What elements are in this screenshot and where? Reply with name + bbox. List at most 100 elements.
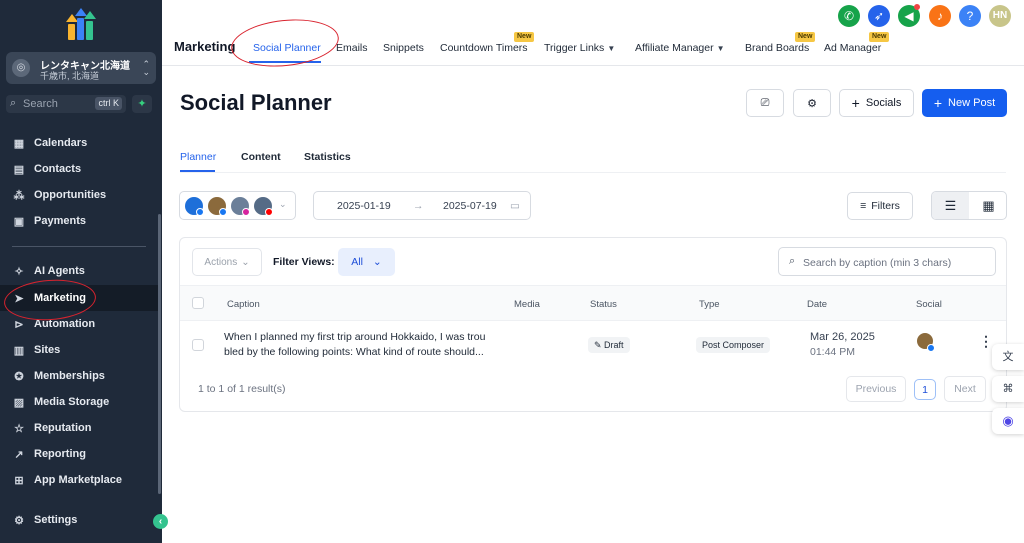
posts-card: Actions ⌄ Filter Views: All ⌄ ⌕ Search by … [179,237,1007,412]
rocket-icon[interactable]: ➶ [868,5,890,27]
table-row[interactable]: When I planned my first trip around Hokk… [180,321,1006,369]
sidebar: ◎ レンタキャン北海道 千歳市, 北海道 ⌃ ⌄ ⌕ Search ctrl K … [0,0,162,543]
avatar[interactable]: HN [989,5,1011,27]
sidebar-item-label: Payments [34,215,86,227]
image-icon: ▨ [13,396,25,409]
shortcut-badge: ctrl K [95,97,122,110]
settings-button[interactable]: ⚙ [793,89,831,117]
result-count: 1 to 1 of 1 result(s) [198,383,286,395]
translate-icon[interactable]: 文 [992,344,1024,370]
chart-icon: ↗ [14,448,24,461]
new-post-button[interactable]: + New Post [922,89,1007,117]
tab-emails[interactable]: Emails [336,42,368,54]
sparkle-icon: ✧ [14,265,24,278]
tab-countdown-timers[interactable]: Countdown Timers [440,42,528,54]
payments-icon: ▣ [13,215,25,228]
select-value: All [351,256,363,268]
new-badge: New [795,32,816,42]
plus-icon: + [851,95,860,111]
notification-dot [914,4,920,10]
sidebar-search[interactable]: ⌕ Search ctrl K [6,95,126,113]
social-accounts-picker[interactable]: ⌄ [179,191,296,220]
sidebar-item-label: Settings [34,514,78,526]
sidebar-item-settings[interactable]: ⚙ Settings [0,507,158,533]
dropdown-label: Actions [204,256,238,268]
previous-page-button[interactable]: Previous [846,376,906,402]
list-view-icon[interactable]: ☰ [932,192,969,219]
chat-assistant-icon[interactable]: ◉ [992,408,1024,434]
collapse-sidebar-button[interactable]: ‹ [153,514,168,529]
instagram-icon [242,208,250,216]
post-date: Mar 26, 2025 [810,331,875,343]
sidebar-item-app-marketplace[interactable]: ⊞ App Marketplace [0,467,158,493]
sidebar-item-media-storage[interactable]: ▨ Media Storage [0,389,158,415]
tab-affiliate-manager[interactable]: Affiliate Manager ▼ [635,42,725,54]
edit-icon: ✎ [594,340,605,350]
sidebar-scrollbar[interactable] [158,214,161,494]
tab-trigger-links[interactable]: Trigger Links ▼ [544,42,615,54]
search-placeholder: Search [23,98,58,110]
facebook-icon [196,208,204,216]
more-options-icon[interactable]: ⋮ [979,333,993,350]
actions-dropdown[interactable]: Actions ⌄ [192,248,262,276]
subtab-planner[interactable]: Planner [180,151,216,163]
row-checkbox[interactable] [192,339,204,351]
feedback-button[interactable]: ⎚ [746,89,784,117]
sidebar-item-reporting[interactable]: ↗ Reporting [0,441,158,467]
sidebar-item-label: Memberships [34,370,105,382]
chevron-down-icon: ▼ [716,44,725,53]
sidebar-item-contacts[interactable]: ▤ Contacts [0,156,158,182]
calendar-view-icon[interactable]: ▦ [970,192,1006,219]
caption-search-input[interactable]: ⌕ Search by caption (min 3 chars) [778,247,996,276]
gear-icon: ⚙ [807,97,817,110]
sidebar-item-sites[interactable]: ▥ Sites [0,337,158,363]
subtab-statistics[interactable]: Statistics [304,151,351,163]
sidebar-item-label: AI Agents [34,265,85,277]
sidebar-item-memberships[interactable]: ✪ Memberships [0,363,158,389]
column-header: Date [807,299,828,310]
help-icon[interactable]: ? [959,5,981,27]
red-annotation-circle [228,14,342,72]
column-header: Type [699,299,720,310]
filter-views-label: Filter Views: [273,256,335,268]
plus-icon: + [933,95,943,111]
new-badge: New [869,32,890,42]
sidebar-item-opportunities[interactable]: ⁂ Opportunities [0,182,158,208]
filter-views-select[interactable]: All ⌄ [338,248,395,276]
search-placeholder: Search by caption (min 3 chars) [803,257,952,269]
subtab-content[interactable]: Content [241,151,281,163]
quick-action-bolt-icon[interactable]: ✦ [132,95,152,113]
column-header: Status [590,299,617,310]
add-socials-button[interactable]: + Socials [839,89,914,117]
account-switcher[interactable]: ◎ レンタキャン北海道 千歳市, 北海道 ⌃ ⌄ [6,52,156,84]
grid-icon: ⊞ [14,474,24,487]
sidebar-item-ai-agents[interactable]: ✧ AI Agents [0,258,158,284]
next-page-button[interactable]: Next [944,376,986,402]
bell-icon[interactable]: ♪ [929,5,951,27]
apps-icon[interactable]: ⌘ [992,376,1024,402]
chevron-down-icon: ▼ [607,44,616,53]
star-icon: ☆ [14,422,24,435]
app-root: ◎ レンタキャン北海道 千歳市, 北海道 ⌃ ⌄ ⌕ Search ctrl K … [0,0,1024,543]
sidebar-item-calendars[interactable]: ▦ Calendars [0,130,158,156]
sidebar-item-payments[interactable]: ▣ Payments [0,208,158,234]
button-label: New Post [948,97,996,109]
sidebar-divider [12,246,146,247]
location-icon: ◎ [12,59,30,77]
tab-brand-boards[interactable]: Brand Boards [745,42,809,54]
post-caption[interactable]: When I planned my first trip around Hokk… [224,330,496,360]
facebook-icon [219,208,227,216]
select-all-checkbox[interactable] [192,297,204,309]
tab-ad-manager[interactable]: Ad Manager [824,42,881,54]
sidebar-item-reputation[interactable]: ☆ Reputation [0,415,158,441]
phone-icon[interactable]: ✆ [838,5,860,27]
sidebar-item-label: Reporting [34,448,86,460]
page-number-button[interactable]: 1 [914,379,936,400]
chevron-down-icon: ⌄ [372,256,382,268]
sidebar-item-label: Media Storage [34,396,110,408]
tab-snippets[interactable]: Snippets [383,42,424,54]
filters-button[interactable]: ≡ Filters [847,192,913,220]
sites-icon: ▥ [13,344,25,357]
search-icon: ⌕ [10,97,17,109]
date-range-picker[interactable]: 2025-01-19 → 2025-07-19 ▭ [313,191,531,220]
